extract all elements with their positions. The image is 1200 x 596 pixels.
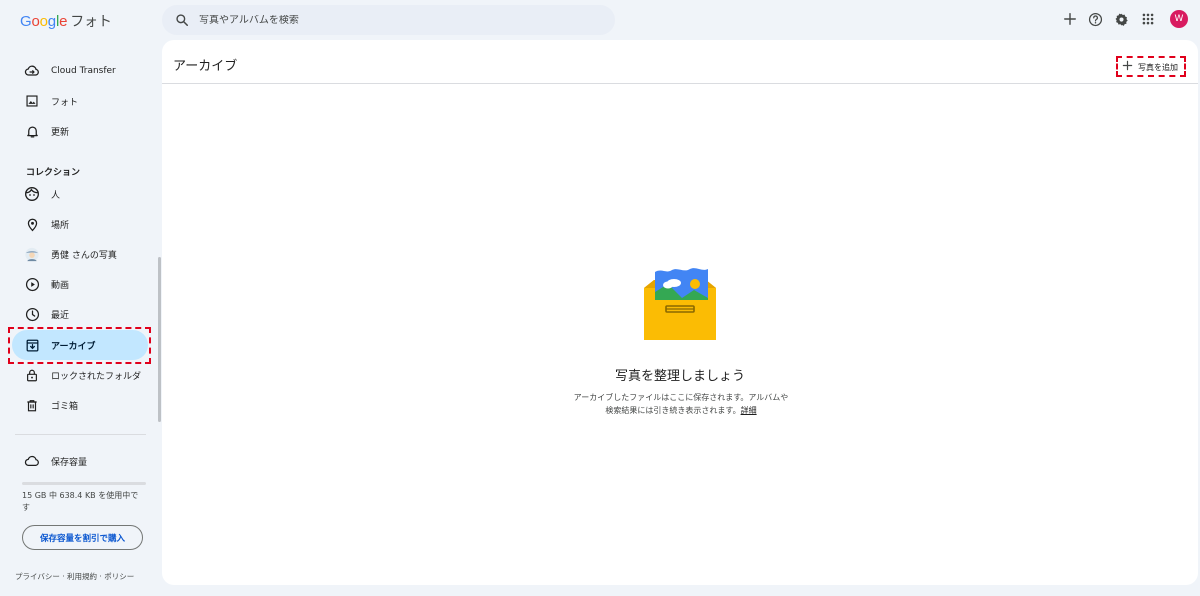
storage-usage-bar [22,482,146,485]
sidebar-item-videos[interactable]: 動画 [12,269,148,299]
privacy-link[interactable]: プライバシー [15,572,60,581]
sidebar-item-archive[interactable]: アーカイブ [12,330,148,360]
sidebar-item-label: 人 [51,190,61,201]
sidebar-scrollbar[interactable] [158,257,161,422]
storage-usage-text: 15 GB 中 638.4 KB を使用中です [22,491,139,512]
collection-heading: コレクション [26,168,81,178]
top-actions: W [1061,10,1188,28]
cloud-icon [24,453,40,469]
top-bar: Google フォト W [0,0,1200,40]
search-bar[interactable] [162,5,615,35]
sidebar-divider [15,434,146,435]
sidebar: Cloud Transfer フォト 更新 コレクション 人 場所 勇健 さんの… [0,40,160,596]
plus-icon[interactable] [1061,11,1078,28]
clock-icon [24,306,40,322]
empty-state-description: アーカイブしたファイルはここに保存されます。アルバムや検索結果には引き続き表示さ… [570,391,792,417]
sidebar-item-label: ロックされたフォルダ [51,371,142,382]
search-icon[interactable] [174,12,190,28]
search-input[interactable] [199,14,579,26]
sidebar-item-partner-photos[interactable]: 勇健 さんの写真 [12,239,148,269]
sidebar-item-label: 場所 [51,220,70,231]
sidebar-item-label: フォト [51,97,79,108]
apps-icon[interactable] [1139,11,1156,28]
location-pin-icon [24,216,40,232]
play-circle-icon [24,276,40,292]
policy-link[interactable]: ポリシー [104,572,134,581]
account-avatar[interactable]: W [1170,10,1188,28]
footer-links: プライバシー · 利用規約 · ポリシー [15,571,134,582]
sidebar-item-updates[interactable]: 更新 [12,116,148,146]
buy-storage-button[interactable]: 保存容量を割引で購入 [22,525,143,550]
face-icon [24,186,40,202]
archive-icon [24,337,40,353]
sidebar-item-label: 動画 [51,280,70,291]
cloud-transfer-icon [24,63,40,79]
archive-box-illustration [644,268,716,340]
sidebar-item-label: 勇健 さんの写真 [51,250,117,261]
sidebar-item-people[interactable]: 人 [12,179,148,209]
sidebar-item-locked-folder[interactable]: ロックされたフォルダ [12,360,148,390]
bell-icon [24,123,40,139]
learn-more-link[interactable]: 詳細 [741,406,757,415]
sidebar-item-photos[interactable]: フォト [12,86,148,116]
terms-link[interactable]: 利用規約 [67,572,97,581]
photo-icon [24,93,40,109]
settings-icon[interactable] [1113,11,1130,28]
lock-icon [24,367,40,383]
google-wordmark: Google [20,13,68,30]
empty-state-title: 写真を整理しましょう [614,369,745,384]
product-name: フォト [70,14,112,30]
sidebar-item-label: 保存容量 [51,457,88,468]
sidebar-item-trash[interactable]: ゴミ箱 [12,390,148,420]
main-panel: アーカイブ 写真を追加 写真を整理しましょう アーカイブしたファイルはここに保存… [162,40,1198,585]
google-photos-logo[interactable]: Google フォト [20,11,112,31]
sidebar-item-places[interactable]: 場所 [12,209,148,239]
sidebar-item-storage[interactable]: 保存容量 [12,446,148,476]
sidebar-item-label: Cloud Transfer [51,66,116,76]
help-icon[interactable] [1087,11,1104,28]
sidebar-item-label: 更新 [51,127,70,138]
sidebar-item-label: アーカイブ [51,341,96,352]
sidebar-item-label: 最近 [51,310,70,321]
trash-icon [24,397,40,413]
sidebar-item-recent[interactable]: 最近 [12,299,148,329]
sidebar-item-label: ゴミ箱 [51,401,79,412]
sidebar-item-cloud-transfer[interactable]: Cloud Transfer [12,56,148,86]
partner-avatar-icon [24,246,40,262]
empty-state: 写真を整理しましょう アーカイブしたファイルはここに保存されます。アルバムや検索… [162,40,1198,585]
